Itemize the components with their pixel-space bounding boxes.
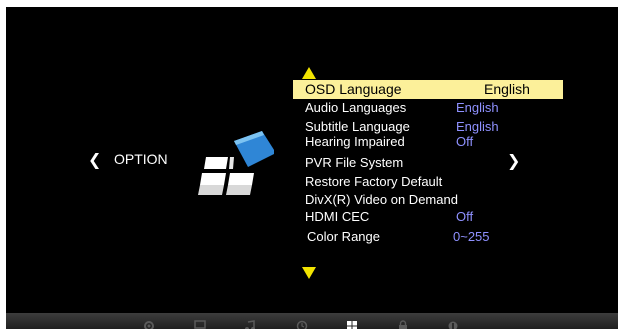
menu-item-audio-languages[interactable]: Audio Languages English: [293, 99, 563, 118]
menu-item-value: Off: [456, 209, 474, 224]
menu-item-pvr-file-system[interactable]: PVR File System: [293, 154, 563, 173]
scroll-down-arrow-icon[interactable]: [302, 266, 316, 279]
menu-item-label: Color Range: [307, 229, 380, 244]
menu-item-label: Restore Factory Default: [305, 174, 443, 189]
menu-item-value: English: [456, 100, 499, 115]
clock-icon[interactable]: [296, 320, 308, 329]
menu-item-label: Hearing Impaired: [305, 134, 405, 149]
menu-item-hdmi-cec[interactable]: HDMI CEC Off: [293, 208, 563, 227]
option-grid-icon[interactable]: [346, 320, 358, 329]
menu-item-label: Subtitle Language: [305, 119, 410, 134]
scroll-up-arrow-icon[interactable]: [302, 66, 316, 79]
menu-item-color-range[interactable]: Color Range 0~255: [293, 228, 563, 247]
menu-item-hearing-impaired[interactable]: Hearing Impaired Off: [293, 133, 563, 152]
category-label: OPTION: [114, 151, 168, 167]
tv-screen: ❮ OPTION OSD Language English Audio Lang…: [6, 7, 618, 329]
option-tiles-icon: [192, 123, 276, 197]
next-category-arrow[interactable]: ❯: [507, 153, 520, 169]
monitor-icon[interactable]: [194, 320, 206, 329]
gear-icon[interactable]: [143, 320, 155, 329]
lock-icon[interactable]: [397, 320, 409, 329]
usb-icon[interactable]: [447, 320, 459, 329]
previous-category-arrow[interactable]: ❮: [88, 152, 101, 168]
menu-item-osd-language[interactable]: OSD Language English: [293, 80, 563, 99]
menu-item-value: English: [456, 119, 499, 134]
menu-item-label: DivX(R) Video on Demand: [305, 192, 458, 207]
menu-item-label: OSD Language: [305, 81, 402, 97]
menu-item-restore-factory-default[interactable]: Restore Factory Default: [293, 173, 563, 192]
menu-item-label: PVR File System: [305, 155, 404, 170]
menu-item-label: Audio Languages: [305, 100, 407, 115]
menu-item-value: 0~255: [453, 229, 490, 244]
menu-item-value: English: [484, 81, 530, 97]
menu-item-value: Off: [456, 134, 474, 149]
music-icon[interactable]: [244, 320, 256, 329]
menu-item-label: HDMI CEC: [305, 209, 370, 224]
bottom-tab-bar: [6, 313, 618, 329]
